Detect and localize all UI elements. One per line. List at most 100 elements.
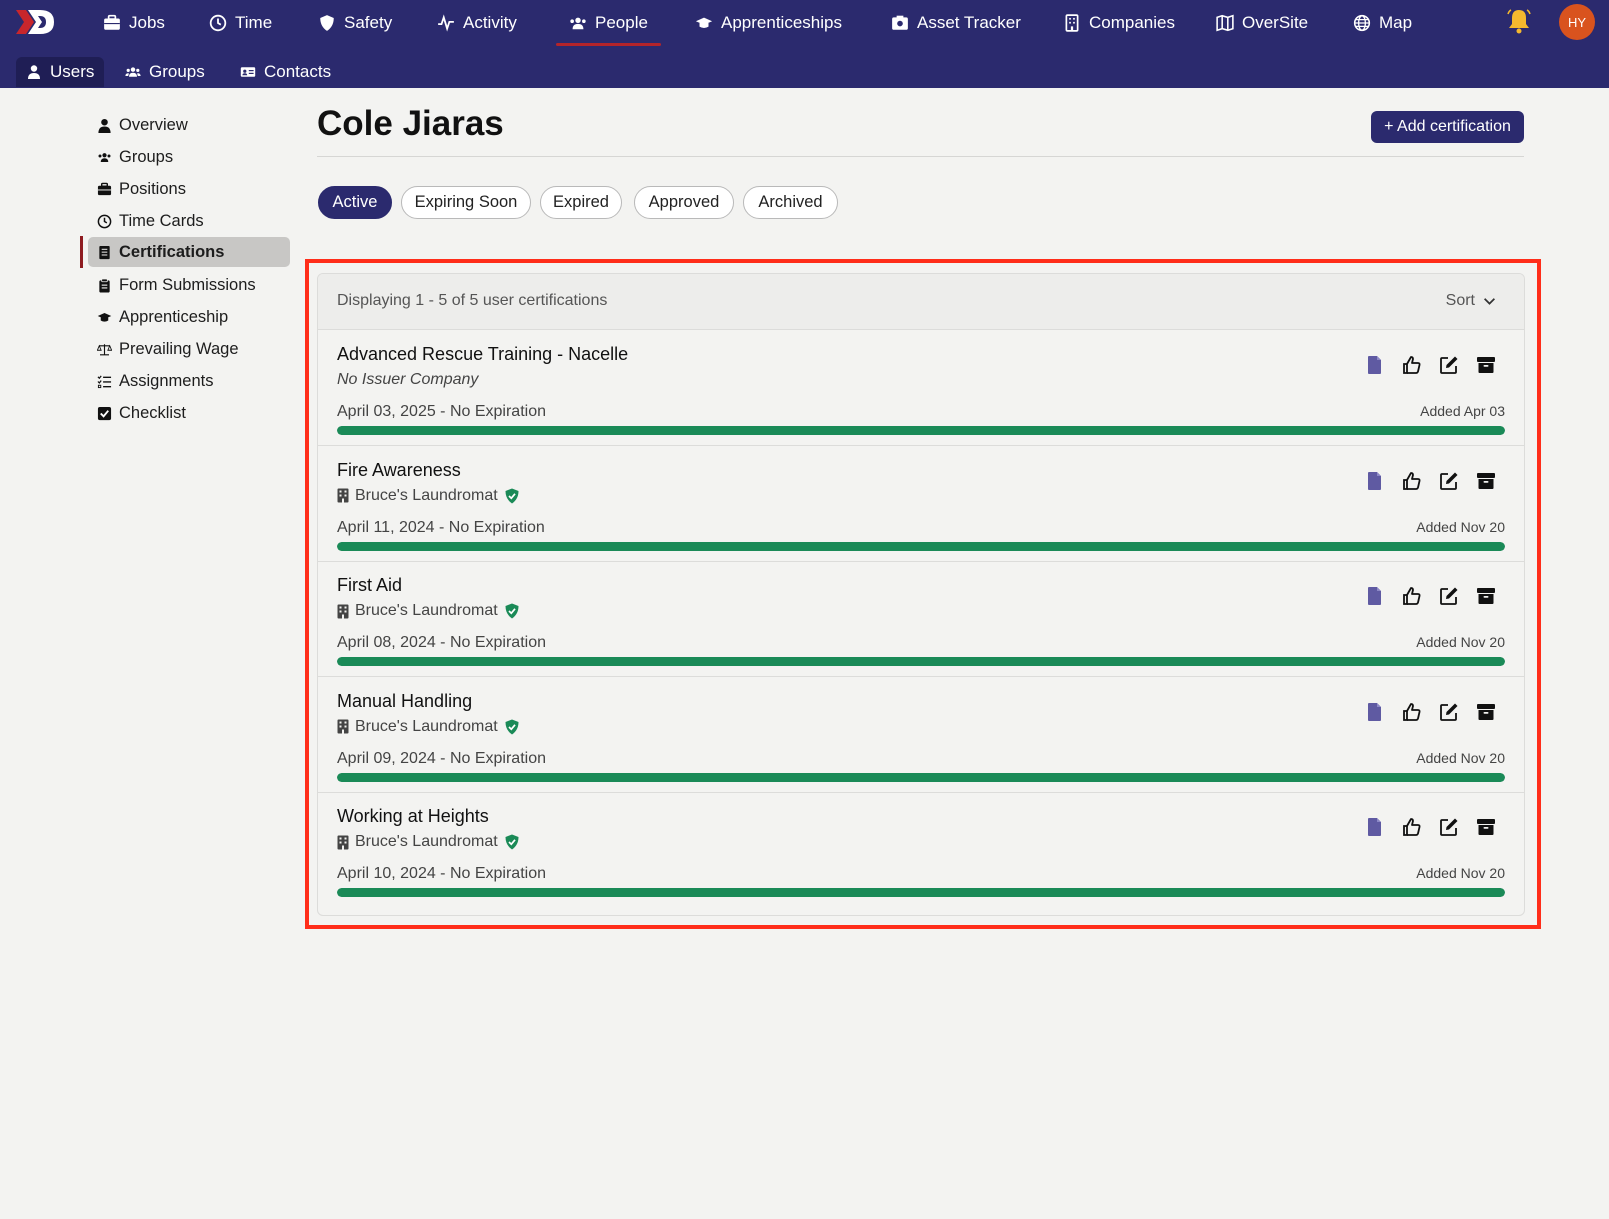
sidebar-item-positions[interactable]: Positions <box>80 174 290 204</box>
id-card-icon <box>240 67 256 77</box>
row-actions <box>1365 702 1496 722</box>
certification-row[interactable]: Manual Handling Bruce's Laundromat April 0… <box>318 678 1524 793</box>
issuer-name: Bruce's Laundromat <box>355 717 498 735</box>
document-icon[interactable] <box>1365 471 1385 491</box>
nav-time[interactable]: Time <box>209 10 272 36</box>
sidebar-item-label: Apprenticeship <box>119 307 229 326</box>
sidebar-item-groups[interactable]: Groups <box>80 142 290 172</box>
certification-row[interactable]: Fire Awareness Bruce's Laundromat April 11… <box>318 447 1524 562</box>
user-avatar[interactable]: HY <box>1559 4 1595 40</box>
certification-name[interactable]: Fire Awareness <box>337 460 461 481</box>
added-date: Added Nov 20 <box>1416 865 1505 881</box>
filter-expiring-soon[interactable]: Expiring Soon <box>401 186 531 219</box>
active-indicator <box>80 236 83 268</box>
building-icon <box>1065 14 1079 32</box>
thumbs-up-icon[interactable] <box>1402 471 1422 491</box>
thumbs-up-icon[interactable] <box>1402 355 1422 375</box>
edit-icon[interactable] <box>1439 471 1459 491</box>
certification-name[interactable]: First Aid <box>337 575 402 596</box>
edit-icon[interactable] <box>1439 586 1459 606</box>
nav-map[interactable]: Map <box>1353 10 1412 36</box>
sort-dropdown[interactable]: Sort <box>1446 292 1496 310</box>
certification-row[interactable]: First Aid Bruce's Laundromat April 08, 202… <box>318 562 1524 677</box>
row-actions <box>1365 586 1496 606</box>
camera-box-icon <box>892 15 908 30</box>
user-icon <box>98 118 111 133</box>
filter-archived[interactable]: Archived <box>743 186 838 219</box>
progress-fill <box>337 657 1505 666</box>
sidebar-item-checklist[interactable]: Checklist <box>80 398 290 428</box>
nav-activity[interactable]: Activity <box>437 10 517 36</box>
verified-shield-icon <box>504 603 520 619</box>
thumbs-up-icon[interactable] <box>1402 586 1422 606</box>
document-icon[interactable] <box>1365 817 1385 837</box>
sidebar-item-overview[interactable]: Overview <box>80 110 290 140</box>
document-icon[interactable] <box>1365 355 1385 375</box>
sidebar-item-assignments[interactable]: Assignments <box>80 366 290 396</box>
progress-fill <box>337 888 1505 897</box>
sidebar-item-certifications[interactable]: Certifications <box>88 237 290 267</box>
archive-icon[interactable] <box>1476 471 1496 491</box>
edit-icon[interactable] <box>1439 355 1459 375</box>
bell-icon[interactable] <box>1507 8 1531 34</box>
added-date: Added Nov 20 <box>1416 634 1505 650</box>
issuer-name: Bruce's Laundromat <box>355 833 498 850</box>
subnav-contacts[interactable]: Contacts <box>240 57 331 87</box>
nav-safety-label: Safety <box>344 13 393 32</box>
sidebar-item-time-cards[interactable]: Time Cards <box>80 206 290 236</box>
progress-fill <box>337 426 1505 435</box>
certification-row[interactable]: Advanced Rescue Training - Nacelle No Iss… <box>318 331 1524 446</box>
nav-apprenticeships-label: Apprenticeships <box>721 13 842 32</box>
nav-asset-tracker-label: Asset Tracker <box>917 13 1021 32</box>
filter-approved[interactable]: Approved <box>634 186 734 219</box>
filter-active[interactable]: Active <box>318 186 392 219</box>
certification-name[interactable]: Manual Handling <box>337 691 472 712</box>
nav-companies[interactable]: Companies <box>1063 10 1175 36</box>
globe-icon <box>1353 14 1371 32</box>
sidebar-item-label: Positions <box>119 179 186 198</box>
nav-asset-tracker[interactable]: Asset Tracker <box>891 10 1021 36</box>
archive-icon[interactable] <box>1476 702 1496 722</box>
row-actions <box>1365 355 1496 375</box>
sidebar-item-label: Certifications <box>119 242 225 261</box>
progress-fill <box>337 772 1505 782</box>
nav-jobs[interactable]: Jobs <box>103 10 165 36</box>
building-icon <box>337 835 349 850</box>
sidebar-item-form-submissions[interactable]: Form Submissions <box>80 270 290 300</box>
progress-fill <box>337 541 1505 551</box>
certification-row[interactable]: Working at Heights Bruce's Laundromat Apri… <box>318 793 1524 908</box>
certification-dates: April 08, 2024 - No Expiration <box>337 634 546 651</box>
app-logo[interactable] <box>14 8 56 36</box>
certifications-list: Displaying 1 - 5 of 5 user certification… <box>317 273 1525 916</box>
pulse-icon <box>438 14 454 32</box>
document-icon[interactable] <box>1365 586 1385 606</box>
subnav-groups[interactable]: Groups <box>125 57 205 87</box>
sidebar-item-label: Assignments <box>119 371 214 390</box>
add-certification-button[interactable]: + Add certification <box>1371 111 1524 143</box>
archive-icon[interactable] <box>1476 817 1496 837</box>
subnav-users[interactable]: Users <box>16 57 105 87</box>
archive-icon[interactable] <box>1476 355 1496 375</box>
sidebar-item-label: Prevailing Wage <box>119 339 239 358</box>
edit-icon[interactable] <box>1439 817 1459 837</box>
filter-expired[interactable]: Expired <box>540 186 622 219</box>
thumbs-up-icon[interactable] <box>1402 817 1422 837</box>
certification-name[interactable]: Advanced Rescue Training - Nacelle <box>337 344 628 365</box>
archive-icon[interactable] <box>1476 586 1496 606</box>
nav-people[interactable]: People <box>556 10 661 46</box>
sidebar-item-apprenticeship[interactable]: Apprenticeship <box>80 302 290 332</box>
document-icon[interactable] <box>1365 702 1385 722</box>
nav-people-label: People <box>595 13 648 32</box>
validity-progress-bar <box>337 888 1505 897</box>
validity-progress-bar <box>337 426 1505 435</box>
thumbs-up-icon[interactable] <box>1402 702 1422 722</box>
issuer-name: Bruce's Laundromat <box>355 486 498 504</box>
certificate-icon <box>99 245 110 259</box>
nav-safety[interactable]: Safety <box>318 10 392 36</box>
edit-icon[interactable] <box>1439 702 1459 722</box>
sidebar-item-prevailing-wage[interactable]: Prevailing Wage <box>80 334 290 364</box>
nav-apprenticeships[interactable]: Apprenticeships <box>695 10 842 36</box>
nav-oversite[interactable]: OverSite <box>1216 10 1308 36</box>
certification-name[interactable]: Working at Heights <box>337 806 489 827</box>
nav-companies-label: Companies <box>1089 13 1175 32</box>
